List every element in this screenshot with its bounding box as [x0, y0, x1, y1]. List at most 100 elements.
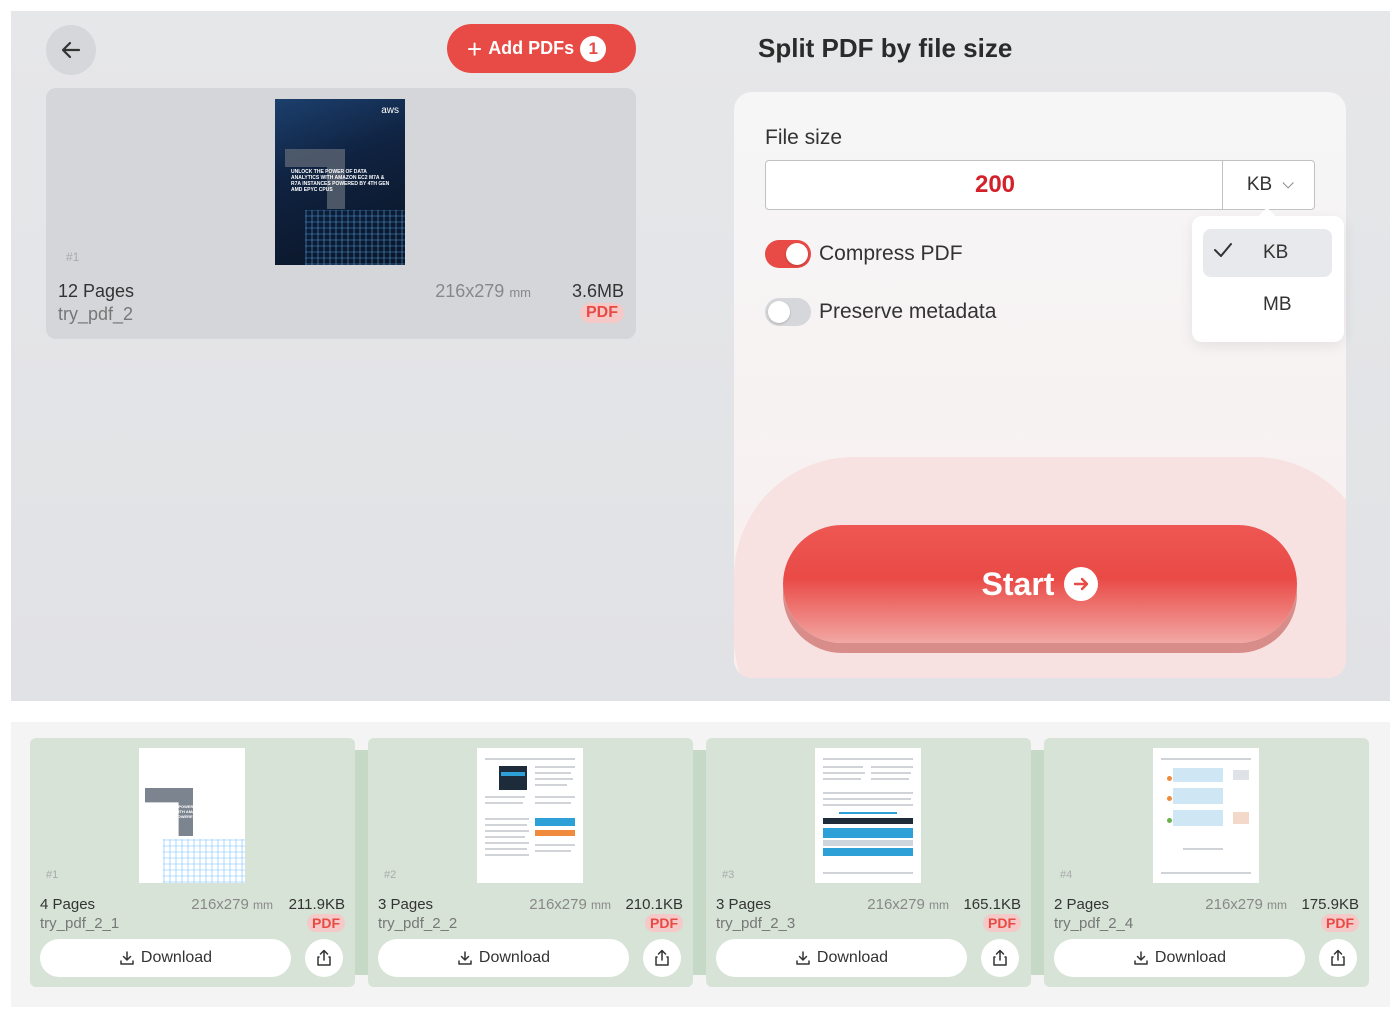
download-label: Download: [478, 949, 551, 966]
download-icon: [119, 950, 135, 966]
page-dimensions: 216x279 mm: [867, 896, 949, 913]
share-icon: [993, 949, 1007, 966]
cover-headline: UNLOCK THE POWER OF DATA ANALYTICS WITH …: [151, 804, 235, 824]
unit-option-label: KB: [1263, 242, 1289, 263]
page-count: 3 Pages: [716, 896, 772, 913]
file-name: try_pdf_2_3: [716, 915, 796, 932]
file-index: #4: [1060, 869, 1073, 881]
results-strip: aws UNLOCK THE POWER OF DATA ANALYTICS W…: [11, 722, 1390, 1007]
download-label: Download: [816, 949, 889, 966]
file-name: try_pdf_2_4: [1054, 915, 1134, 932]
file-index: #1: [46, 869, 59, 881]
share-icon: [655, 949, 669, 966]
add-pdfs-button[interactable]: + Add PDFs 1: [447, 24, 636, 73]
share-button[interactable]: [305, 939, 343, 977]
file-size-field: 200 KB: [765, 160, 1315, 210]
share-icon: [317, 949, 331, 966]
share-button[interactable]: [643, 939, 681, 977]
page-dimensions: 216x279 mm: [1205, 896, 1287, 913]
result-page-thumbnail: [477, 748, 583, 883]
source-cover-thumbnail: aws UNLOCK THE POWER OF DATA ANALYTICS W…: [275, 99, 405, 265]
metadata-row: Preserve metadata: [765, 298, 996, 326]
file-name: try_pdf_2_2: [378, 915, 458, 932]
file-size: 211.9KB: [288, 896, 345, 913]
cover-headline: UNLOCK THE POWER OF DATA ANALYTICS WITH …: [291, 169, 390, 193]
download-icon: [457, 950, 473, 966]
arrow-right-circle-icon: [1064, 567, 1099, 601]
file-size: 210.1KB: [625, 896, 683, 913]
file-index: #2: [384, 869, 397, 881]
share-button[interactable]: [1319, 939, 1357, 977]
result-card[interactable]: aws UNLOCK THE POWER OF DATA ANALYTICS W…: [30, 738, 355, 987]
checkmark-icon: [1213, 242, 1239, 264]
unit-dropdown-menu: KB MB: [1192, 207, 1344, 342]
toggle-knob: [786, 243, 808, 265]
download-button[interactable]: Download: [40, 939, 291, 977]
file-name: try_pdf_2_1: [40, 915, 120, 932]
page-count: 2 Pages: [1054, 896, 1110, 913]
file-size: 3.6MB: [571, 281, 624, 301]
pdf-type-badge: PDF: [580, 303, 624, 323]
result-cover-thumbnail: aws UNLOCK THE POWER OF DATA ANALYTICS W…: [139, 748, 245, 883]
share-icon: [1331, 949, 1345, 966]
page-title: Split PDF by file size: [758, 33, 1013, 63]
result-card[interactable]: #3 3 Pages try_pdf_2_3 216x279 mm 165.1K…: [706, 738, 1031, 987]
add-pdfs-label: Add PDFs: [488, 38, 575, 58]
card-separator: [692, 750, 706, 975]
compress-toggle[interactable]: [765, 240, 811, 268]
aws-logo: aws: [221, 754, 239, 765]
result-card[interactable]: #2 3 Pages try_pdf_2_2 216x279 mm 210.1K…: [368, 738, 693, 987]
page-dimensions: 216x279 mm: [529, 896, 611, 913]
unit-select-value: KB: [1246, 174, 1273, 195]
pdf-type-badge: PDF: [307, 914, 345, 932]
plus-icon: +: [467, 33, 483, 64]
metadata-label: Preserve metadata: [819, 300, 997, 323]
page-count: 4 Pages: [40, 896, 96, 913]
file-size-label: File size: [765, 126, 843, 149]
file-index: #3: [722, 869, 735, 881]
start-label: Start: [981, 565, 1055, 602]
pdf-type-badge: PDF: [1321, 914, 1359, 932]
card-separator: [354, 750, 368, 975]
chevron-down-icon: [1282, 177, 1294, 189]
download-icon: [795, 950, 811, 966]
back-button[interactable]: [46, 25, 96, 75]
compress-label: Compress PDF: [819, 242, 963, 265]
file-index: #1: [66, 250, 80, 264]
cover-circuit-image: [163, 839, 245, 883]
start-button[interactable]: Start: [783, 525, 1297, 643]
unit-option-kb[interactable]: KB: [1203, 229, 1332, 277]
page-dimensions: 216x279 mm: [191, 896, 273, 913]
download-button[interactable]: Download: [1054, 939, 1305, 977]
file-size: 165.1KB: [963, 896, 1021, 913]
metadata-toggle[interactable]: [765, 298, 811, 326]
result-page-thumbnail: [1153, 748, 1259, 883]
unit-option-mb[interactable]: MB: [1203, 281, 1332, 329]
download-label: Download: [140, 949, 213, 966]
compress-row: Compress PDF: [765, 240, 963, 268]
result-page-thumbnail: [815, 748, 921, 883]
card-separator: [1030, 750, 1044, 975]
page-count: 3 Pages: [378, 896, 434, 913]
unit-option-label: MB: [1263, 294, 1292, 315]
source-file-card[interactable]: aws UNLOCK THE POWER OF DATA ANALYTICS W…: [46, 88, 636, 339]
download-icon: [1133, 950, 1149, 966]
cover-circuit-image: [305, 210, 405, 265]
pdf-type-badge: PDF: [645, 914, 683, 932]
pdf-type-badge: PDF: [983, 914, 1021, 932]
arrow-left-icon: [61, 41, 81, 59]
file-size-input[interactable]: 200: [766, 161, 1224, 209]
download-label: Download: [1154, 949, 1227, 966]
download-button[interactable]: Download: [378, 939, 629, 977]
file-name: try_pdf_2: [58, 304, 134, 324]
page-count: 12 Pages: [58, 281, 135, 301]
aws-logo: aws: [381, 105, 399, 116]
file-count-badge: 1: [580, 35, 607, 62]
share-button[interactable]: [981, 939, 1019, 977]
result-card[interactable]: #4 2 Pages try_pdf_2_4 216x279 mm 175.9K…: [1044, 738, 1369, 987]
unit-select[interactable]: KB: [1222, 161, 1314, 209]
toggle-knob: [768, 301, 790, 323]
page-dimensions: 216x279 mm: [435, 281, 531, 301]
file-size: 175.9KB: [1301, 896, 1359, 913]
download-button[interactable]: Download: [716, 939, 967, 977]
